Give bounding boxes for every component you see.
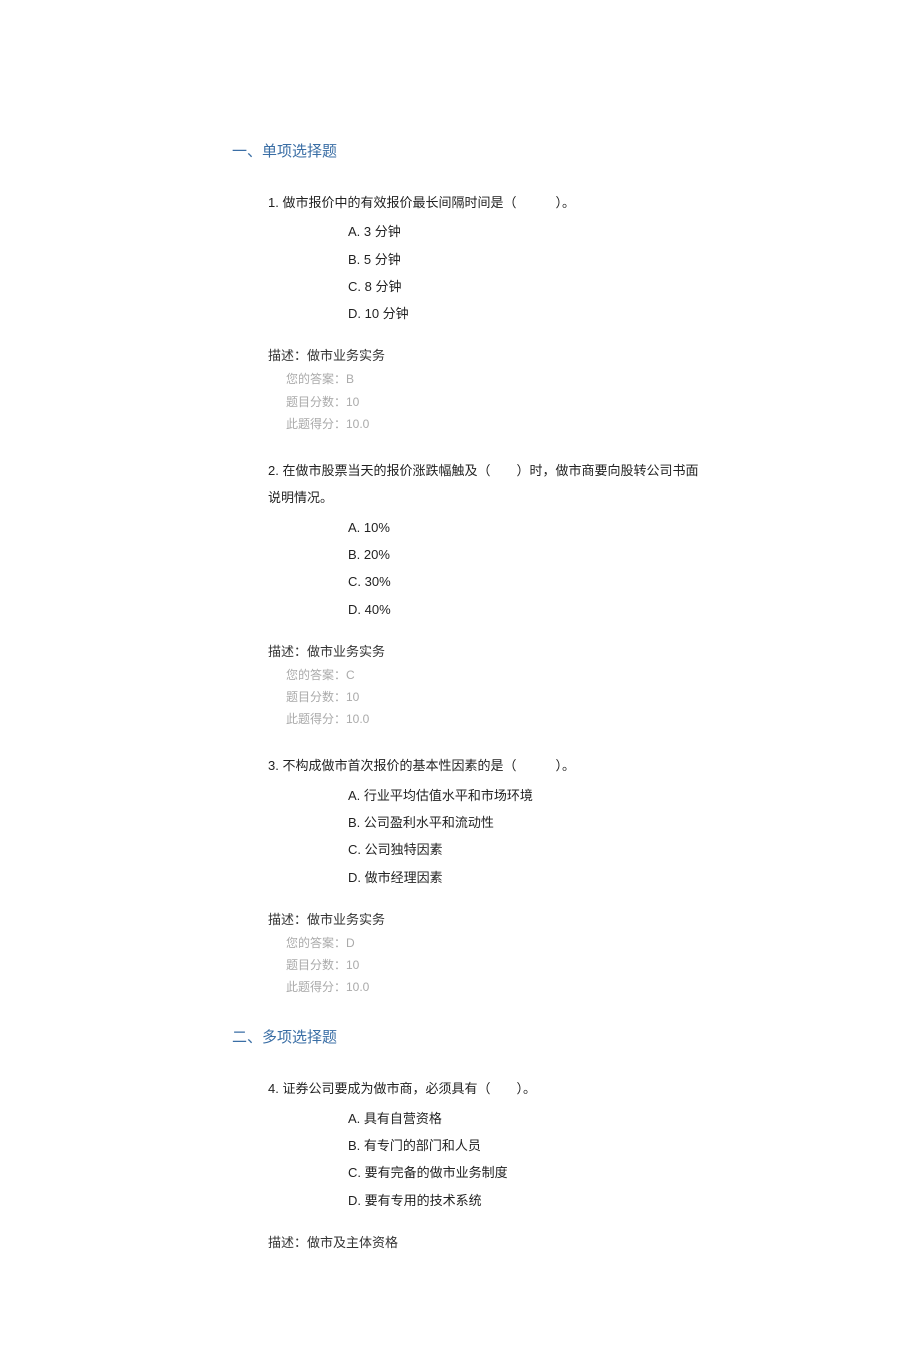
option-c: C. 公司独特因素 — [348, 836, 700, 863]
question-points: 题目分数：10 — [286, 686, 700, 708]
question-score: 此题得分：10.0 — [286, 708, 700, 730]
question-text: 4. 证券公司要成为做市商，必须具有（ ）。 — [268, 1075, 700, 1102]
option-c: C. 要有完备的做市业务制度 — [348, 1159, 700, 1186]
description-label: 描述：做市业务实务 — [268, 345, 700, 364]
your-answer: 您的答案：B — [286, 368, 700, 390]
description-label: 描述：做市及主体资格 — [268, 1232, 700, 1251]
options-list: A. 10% B. 20% C. 30% D. 40% — [348, 514, 700, 623]
section-2-title: 二、多项选择题 — [232, 1026, 920, 1047]
question-meta: 您的答案：C 题目分数：10 此题得分：10.0 — [286, 664, 700, 731]
option-d: D. 要有专用的技术系统 — [348, 1187, 700, 1214]
option-c: C. 30% — [348, 568, 700, 595]
question-4: 4. 证券公司要成为做市商，必须具有（ ）。 A. 具有自营资格 B. 有专门的… — [268, 1075, 700, 1250]
option-a: A. 具有自营资格 — [348, 1105, 700, 1132]
question-text: 3. 不构成做市首次报价的基本性因素的是（ ）。 — [268, 752, 700, 779]
your-answer: 您的答案：D — [286, 932, 700, 954]
your-answer: 您的答案：C — [286, 664, 700, 686]
section-1-title: 一、单项选择题 — [232, 140, 920, 161]
option-c: C. 8 分钟 — [348, 273, 700, 300]
question-text: 1. 做市报价中的有效报价最长间隔时间是（ ）。 — [268, 189, 700, 216]
question-1: 1. 做市报价中的有效报价最长间隔时间是（ ）。 A. 3 分钟 B. 5 分钟… — [268, 189, 700, 435]
question-text: 2. 在做市股票当天的报价涨跌幅触及（ ）时，做市商要向股转公司书面说明情况。 — [268, 457, 700, 512]
question-meta: 您的答案：D 题目分数：10 此题得分：10.0 — [286, 932, 700, 999]
description-label: 描述：做市业务实务 — [268, 909, 700, 928]
option-a: A. 行业平均估值水平和市场环境 — [348, 782, 700, 809]
question-points: 题目分数：10 — [286, 954, 700, 976]
option-b: B. 公司盈利水平和流动性 — [348, 809, 700, 836]
option-b: B. 5 分钟 — [348, 246, 700, 273]
description-label: 描述：做市业务实务 — [268, 641, 700, 660]
question-score: 此题得分：10.0 — [286, 413, 700, 435]
option-a: A. 10% — [348, 514, 700, 541]
option-d: D. 10 分钟 — [348, 300, 700, 327]
question-meta: 您的答案：B 题目分数：10 此题得分：10.0 — [286, 368, 700, 435]
options-list: A. 3 分钟 B. 5 分钟 C. 8 分钟 D. 10 分钟 — [348, 218, 700, 327]
option-b: B. 有专门的部门和人员 — [348, 1132, 700, 1159]
document-page: 一、单项选择题 1. 做市报价中的有效报价最长间隔时间是（ ）。 A. 3 分钟… — [0, 0, 920, 1353]
question-2: 2. 在做市股票当天的报价涨跌幅触及（ ）时，做市商要向股转公司书面说明情况。 … — [268, 457, 700, 730]
option-d: D. 做市经理因素 — [348, 864, 700, 891]
question-points: 题目分数：10 — [286, 391, 700, 413]
option-d: D. 40% — [348, 596, 700, 623]
question-score: 此题得分：10.0 — [286, 976, 700, 998]
question-3: 3. 不构成做市首次报价的基本性因素的是（ ）。 A. 行业平均估值水平和市场环… — [268, 752, 700, 998]
options-list: A. 行业平均估值水平和市场环境 B. 公司盈利水平和流动性 C. 公司独特因素… — [348, 782, 700, 891]
options-list: A. 具有自营资格 B. 有专门的部门和人员 C. 要有完备的做市业务制度 D.… — [348, 1105, 700, 1214]
option-b: B. 20% — [348, 541, 700, 568]
option-a: A. 3 分钟 — [348, 218, 700, 245]
